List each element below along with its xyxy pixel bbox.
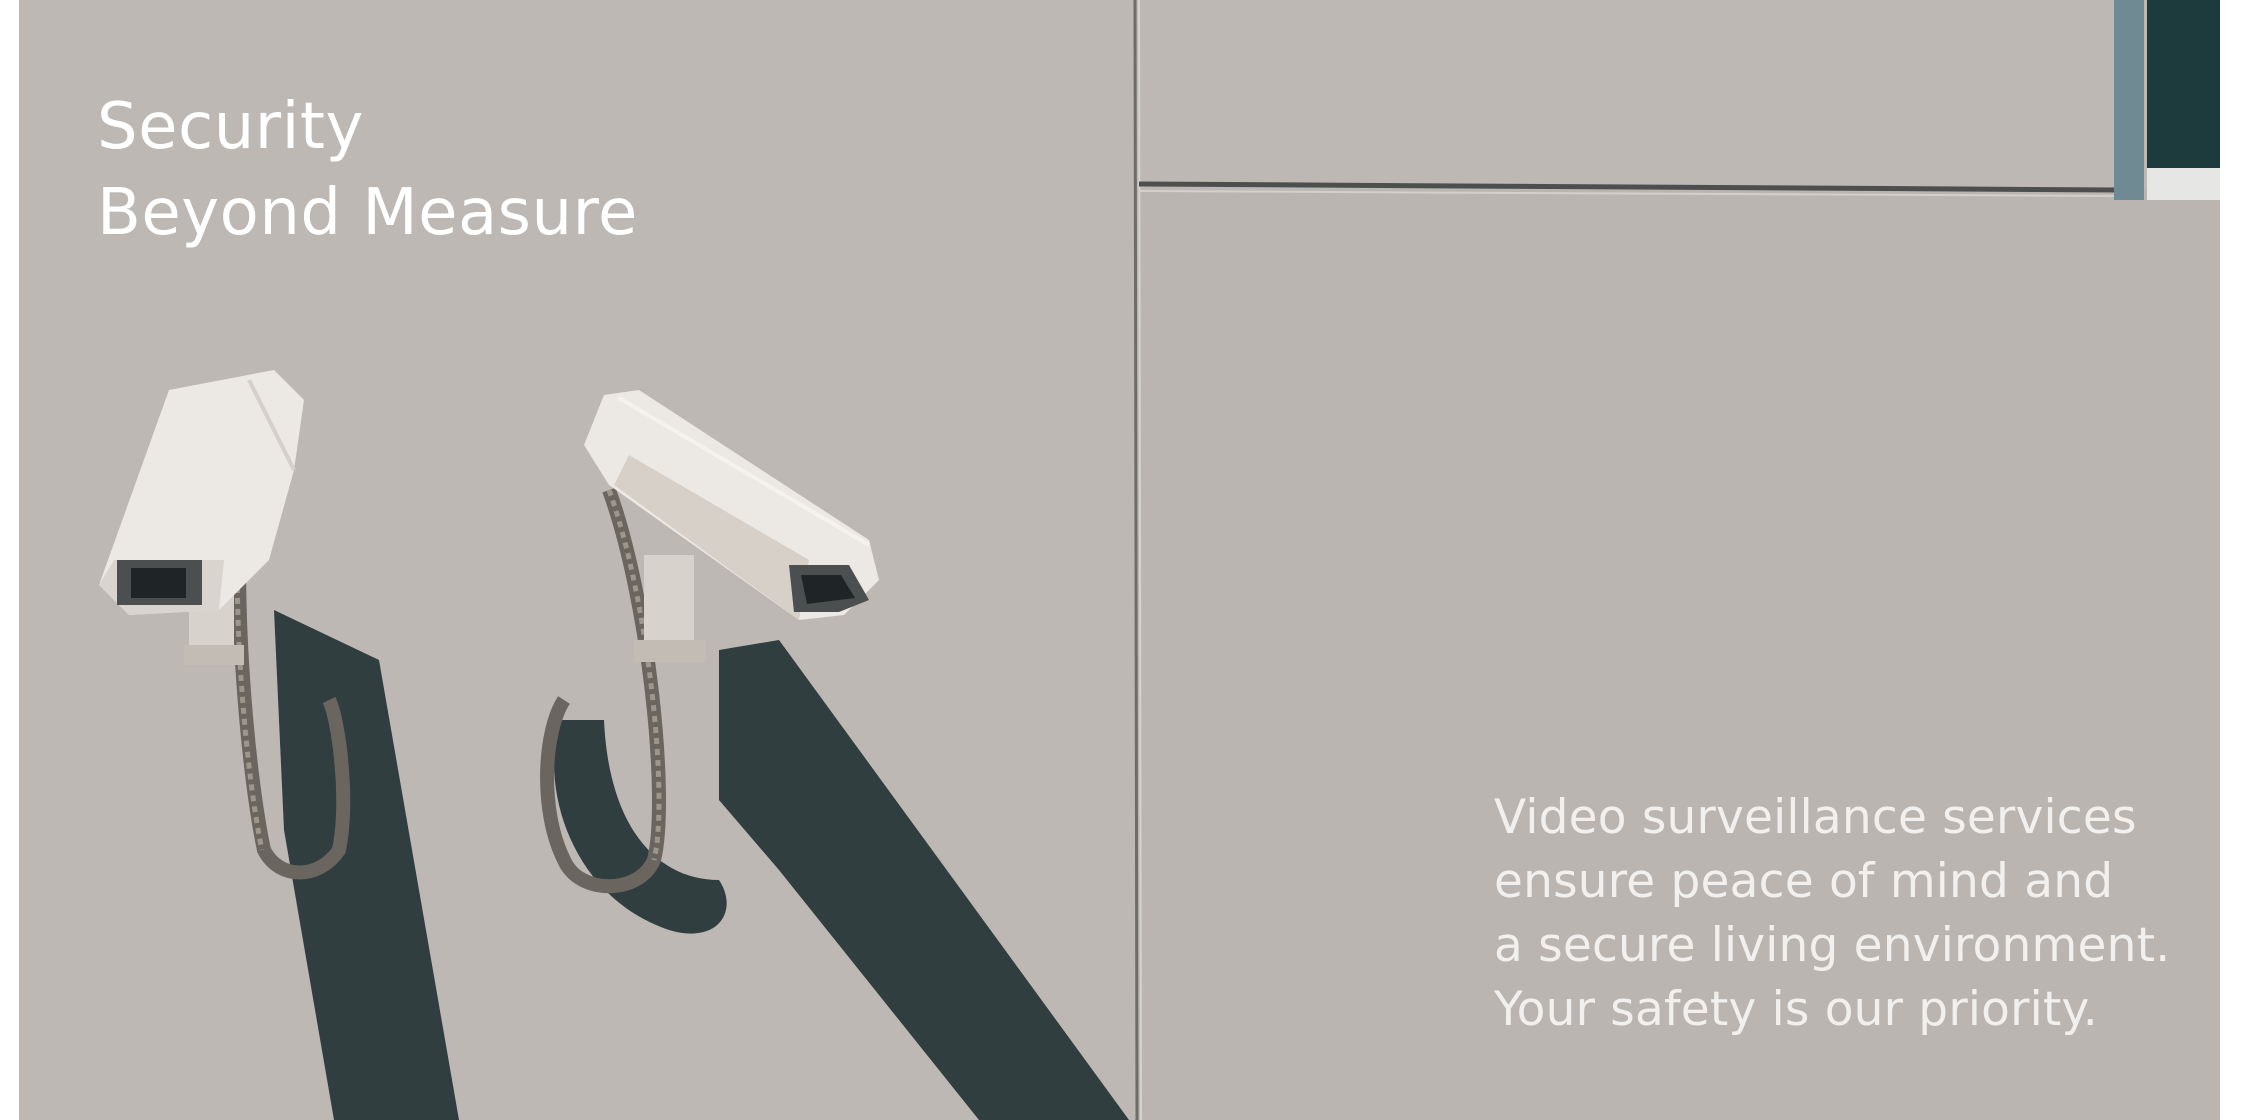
hero-headline: Security Beyond Measure (97, 84, 638, 256)
headline-line: Security (97, 90, 364, 164)
tagline-line: Video surveillance services (1494, 790, 2137, 845)
tagline-line: Your safety is our priority. (1494, 982, 2098, 1037)
headline-line: Beyond Measure (97, 176, 638, 250)
window-glass (2147, 0, 2220, 168)
tagline-line: ensure peace of mind and (1494, 854, 2114, 909)
wall-seam-vertical (1133, 0, 1139, 1120)
page: Security Beyond Measure Video surveillan… (0, 0, 2259, 1120)
hero-banner: Security Beyond Measure Video surveillan… (19, 0, 2220, 1120)
window-frame (2114, 0, 2144, 200)
tagline-line: a secure living environment. (1494, 918, 2171, 973)
hero-tagline: Video surveillance services ensure peace… (1494, 786, 2194, 1042)
